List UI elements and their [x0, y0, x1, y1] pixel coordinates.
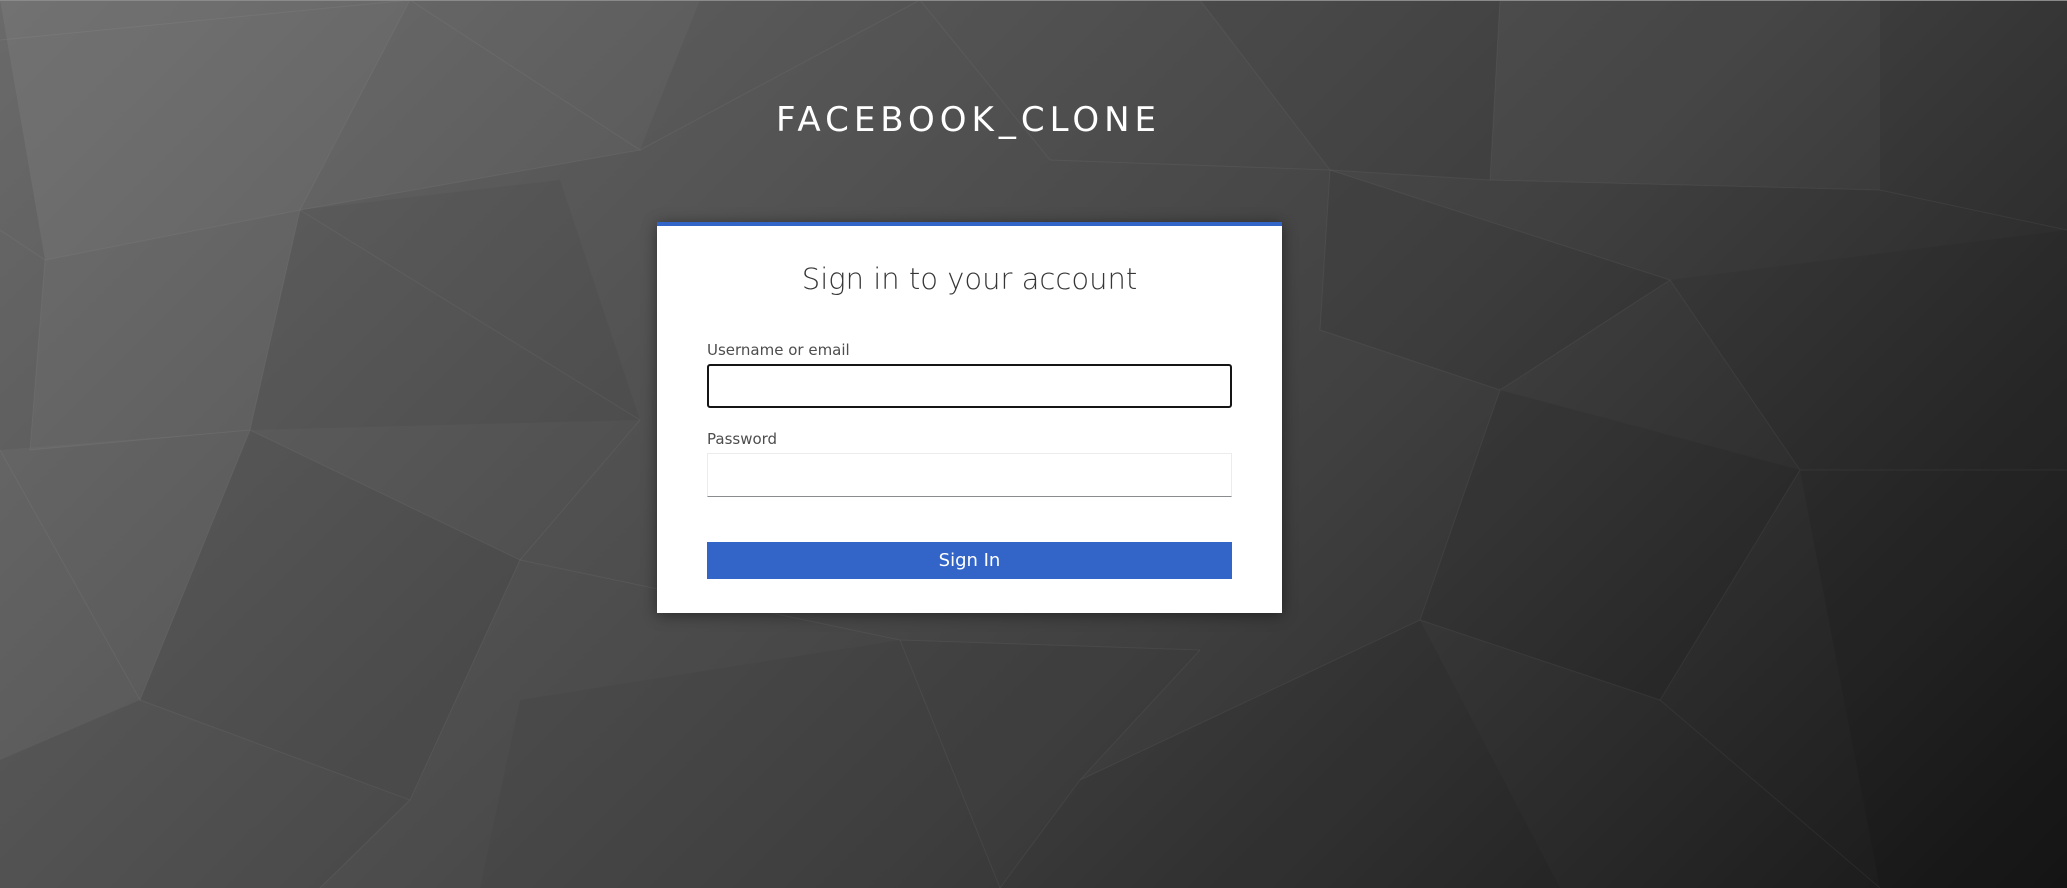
realm-title: FACEBOOK_CLONE [775, 100, 1161, 140]
password-input[interactable] [707, 453, 1232, 497]
login-heading: Sign in to your account [801, 262, 1138, 296]
password-label: Password [707, 430, 778, 448]
top-border-line [0, 0, 2067, 1]
username-input[interactable] [707, 364, 1232, 408]
username-label: Username or email [707, 341, 850, 359]
login-card: Sign in to your account Username or emai… [657, 222, 1282, 613]
sign-in-button[interactable]: Sign In [707, 542, 1232, 579]
